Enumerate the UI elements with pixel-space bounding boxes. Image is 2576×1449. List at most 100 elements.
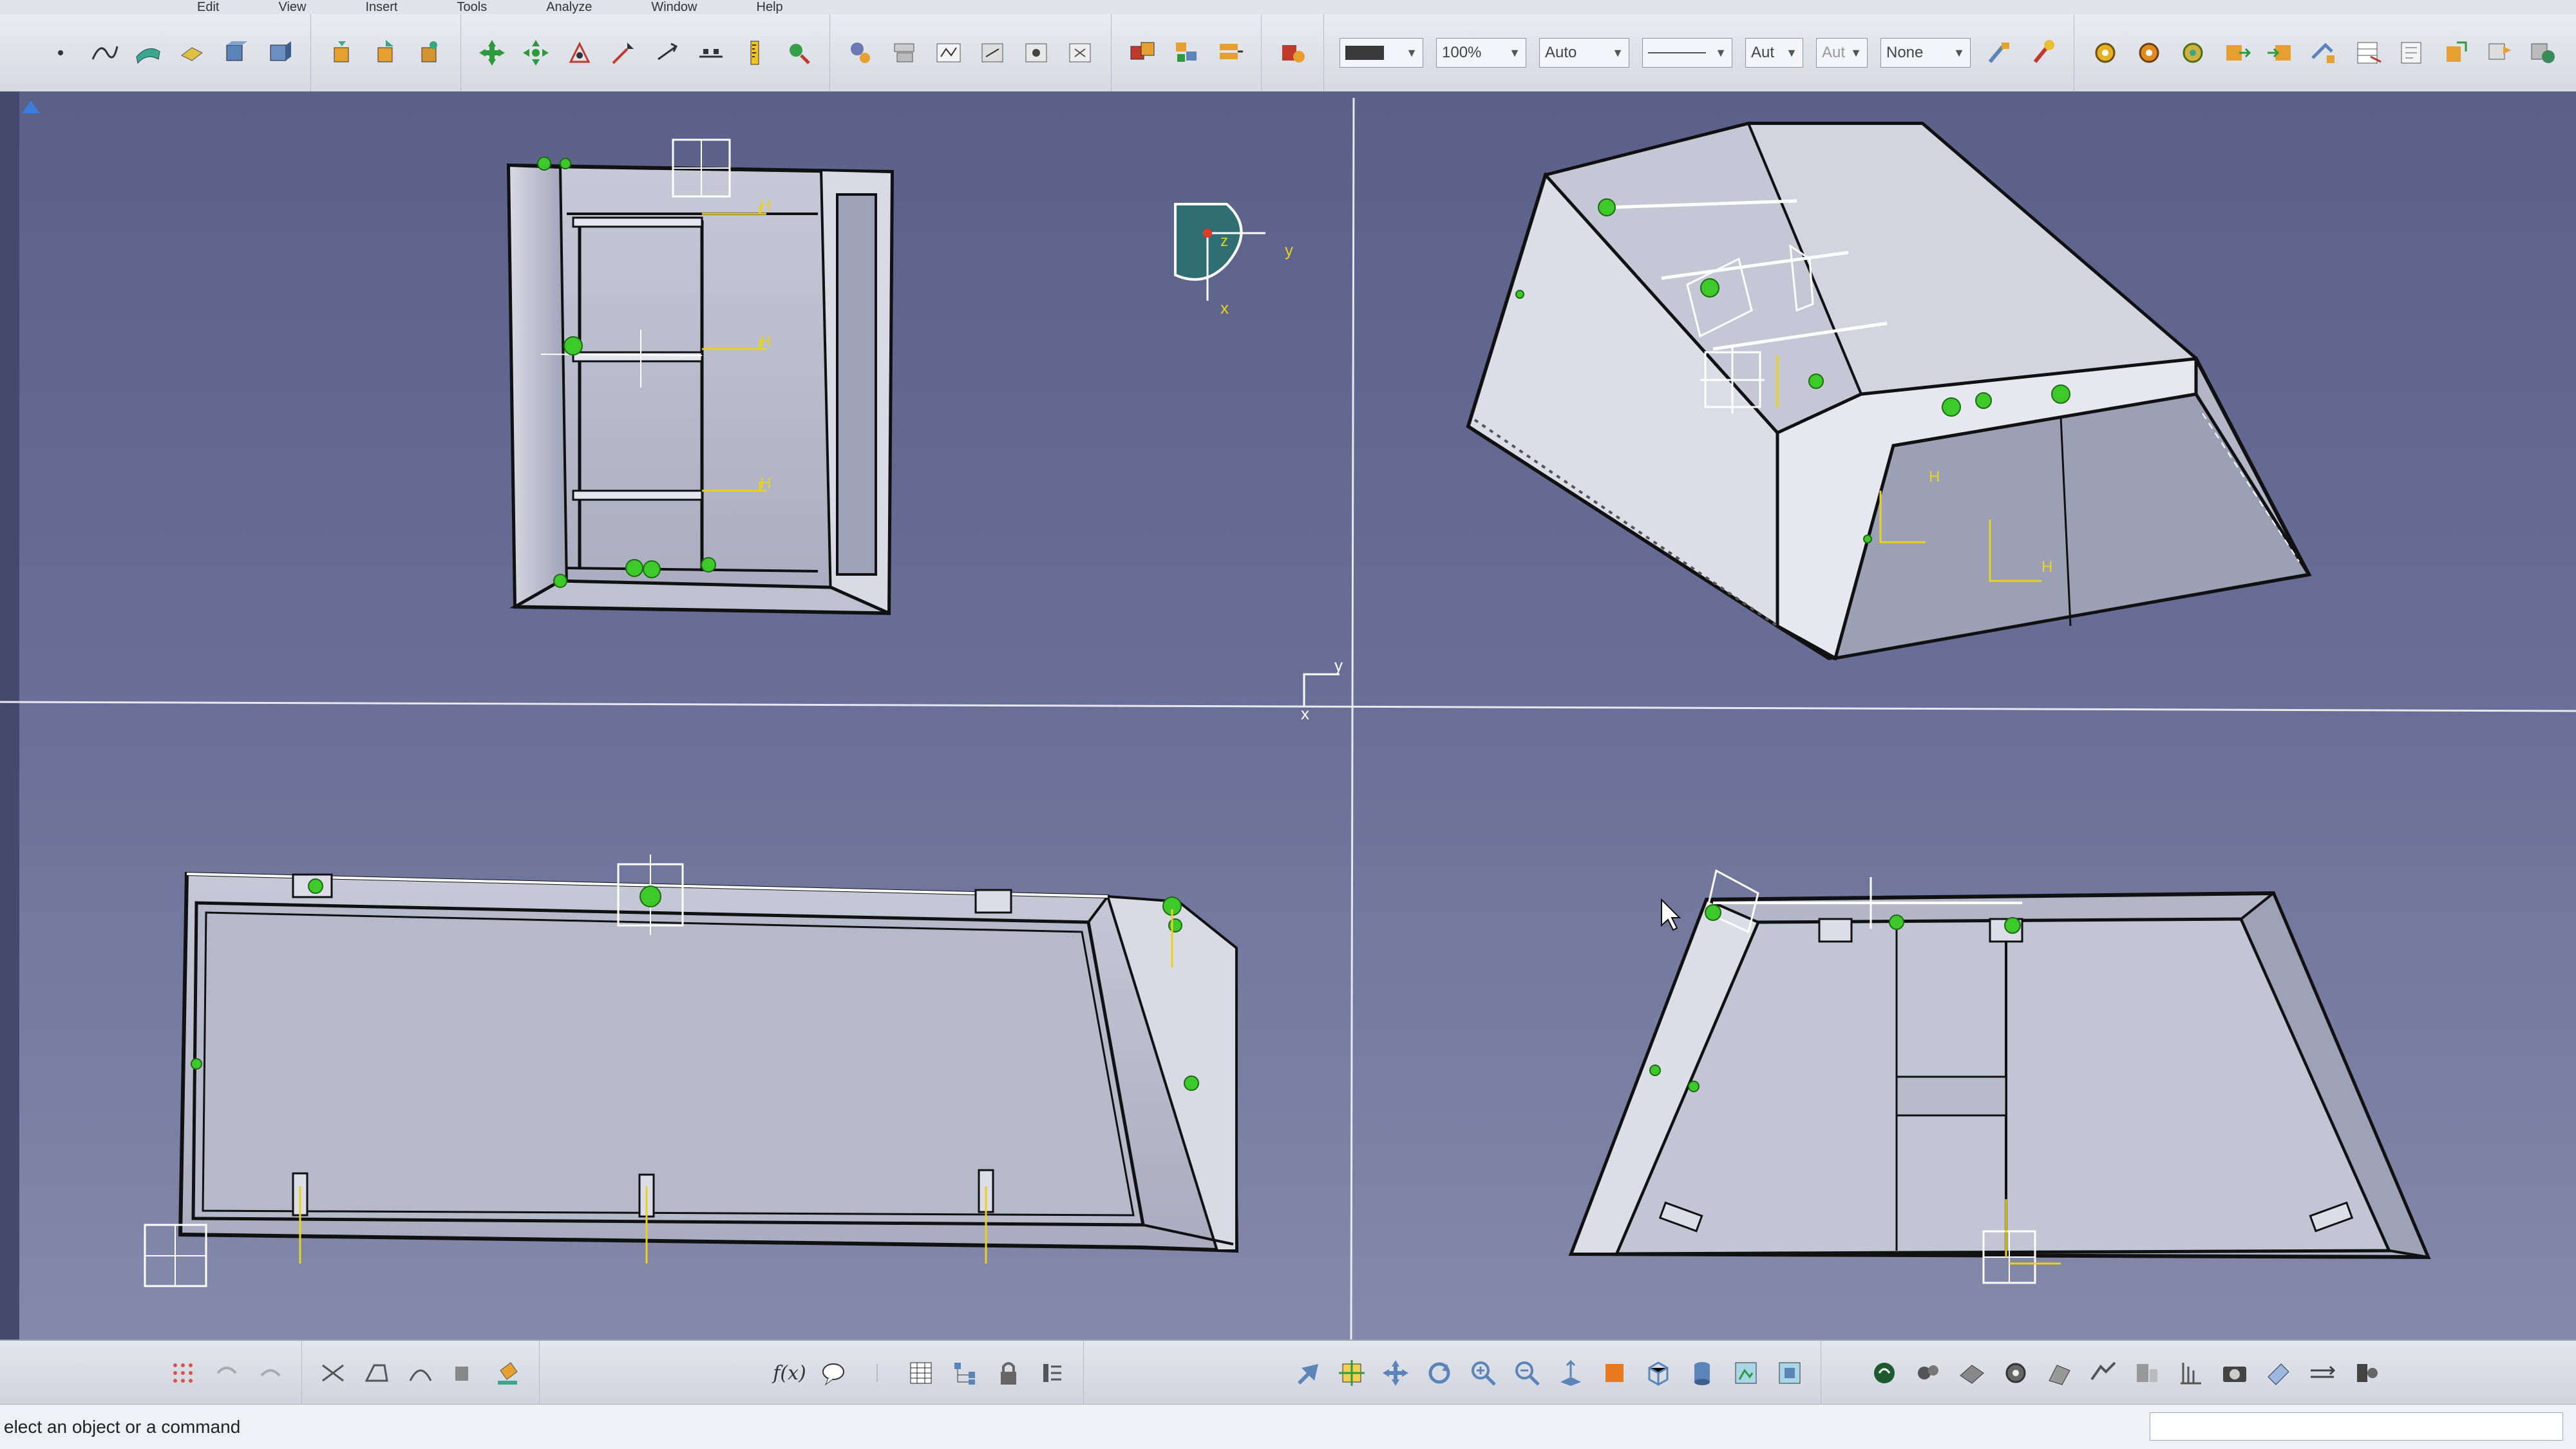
rear-view-model[interactable]: [1568, 869, 2431, 1284]
redo-icon[interactable]: [252, 1355, 289, 1391]
point-symbol-select[interactable]: Aut ▼: [1745, 38, 1803, 68]
coincidence-constraint-icon[interactable]: [843, 35, 879, 71]
spec-tree-toggle-icon[interactable]: [22, 100, 40, 113]
isometric-view-model[interactable]: H H: [1466, 122, 2312, 661]
iso-view-icon[interactable]: [1640, 1355, 1676, 1391]
gear-yellow-icon[interactable]: [2087, 35, 2123, 71]
lock-icon[interactable]: [990, 1355, 1027, 1391]
line-type-select[interactable]: ▼: [1642, 38, 1732, 68]
trim-icon[interactable]: [315, 1355, 351, 1391]
surface-icon[interactable]: [130, 35, 166, 71]
menu-edit[interactable]: Edit: [180, 0, 236, 15]
fix-constraint-icon[interactable]: [1018, 35, 1054, 71]
zoom-out-icon[interactable]: [1509, 1355, 1545, 1391]
tree-structure-icon[interactable]: [947, 1355, 983, 1391]
power-input-field[interactable]: [2150, 1412, 2563, 1441]
import-icon[interactable]: [2262, 35, 2298, 71]
arc-icon[interactable]: [402, 1355, 439, 1391]
rendering-style-select[interactable]: Aut ▼: [1816, 38, 1868, 68]
align-icon[interactable]: [693, 35, 729, 71]
dimension-icon[interactable]: [2173, 1355, 2209, 1391]
settings-gear-icon[interactable]: [1998, 1355, 2034, 1391]
pad-icon[interactable]: [174, 35, 210, 71]
bill-of-material-icon[interactable]: [1274, 35, 1311, 71]
sheet-metal-icon[interactable]: [1954, 1355, 1990, 1391]
create-multi-view-icon[interactable]: [1596, 1355, 1633, 1391]
line-thickness-select[interactable]: Auto ▼: [1539, 38, 1629, 68]
table-icon[interactable]: [2350, 35, 2386, 71]
flag-icon[interactable]: [2481, 35, 2517, 71]
sheet-icon[interactable]: [2394, 35, 2430, 71]
menu-window[interactable]: Window: [634, 0, 714, 15]
bend-icon[interactable]: [2041, 1355, 2078, 1391]
export-icon[interactable]: [2219, 35, 2255, 71]
replace-component-icon[interactable]: [412, 35, 448, 71]
camera-icon[interactable]: [2217, 1355, 2253, 1391]
eraser-icon[interactable]: [2260, 1355, 2297, 1391]
point-icon[interactable]: [43, 35, 79, 71]
measure-icon[interactable]: [737, 35, 773, 71]
gear-orange-icon[interactable]: [2131, 35, 2167, 71]
send-icon[interactable]: [2306, 35, 2342, 71]
compass-move-icon[interactable]: [474, 35, 510, 71]
menu-tools[interactable]: Tools: [440, 0, 504, 15]
formula-button[interactable]: f(x): [772, 1355, 808, 1391]
3d-viewport[interactable]: H H H y x z y x H H: [0, 91, 2576, 1340]
ruler-icon[interactable]: [2304, 1355, 2340, 1391]
existing-component-icon[interactable]: [368, 35, 404, 71]
layer-select[interactable]: None ▼: [1880, 38, 1971, 68]
angle-constraint-icon[interactable]: [974, 35, 1010, 71]
rotate-icon[interactable]: [1421, 1355, 1457, 1391]
analysis-icon[interactable]: [2129, 1355, 2165, 1391]
transparency-select[interactable]: 100% ▼: [1436, 38, 1526, 68]
unfold-icon[interactable]: [2085, 1355, 2121, 1391]
clash-icon[interactable]: [649, 35, 685, 71]
snap-icon[interactable]: [562, 35, 598, 71]
menu-insert[interactable]: Insert: [348, 0, 414, 15]
cube-alt-icon[interactable]: [261, 35, 298, 71]
explode-icon[interactable]: [605, 35, 641, 71]
paint-brush-icon[interactable]: [2025, 35, 2061, 71]
undo-icon[interactable]: [209, 1355, 245, 1391]
format-painter-icon[interactable]: [1981, 35, 2017, 71]
fly-mode-icon[interactable]: [1290, 1355, 1326, 1391]
catalog-icon[interactable]: [781, 35, 817, 71]
gears-icon[interactable]: [1910, 1355, 1946, 1391]
design-table-icon[interactable]: [903, 1355, 939, 1391]
update-icon[interactable]: [1124, 35, 1160, 71]
reuse-pattern-icon[interactable]: [1168, 35, 1204, 71]
hide-show-icon[interactable]: [1728, 1355, 1764, 1391]
shading-icon[interactable]: [1684, 1355, 1720, 1391]
menu-analyze[interactable]: Analyze: [529, 0, 609, 15]
list-view-icon[interactable]: [1034, 1355, 1070, 1391]
grid-icon[interactable]: [165, 1355, 201, 1391]
annotation-icon[interactable]: [2438, 35, 2474, 71]
orientation-compass[interactable]: y x z: [1174, 203, 1293, 317]
front-view-model[interactable]: [144, 855, 1239, 1287]
spline-icon[interactable]: [86, 35, 122, 71]
fit-all-icon[interactable]: [1334, 1355, 1370, 1391]
sketch-solid-icon[interactable]: [446, 1355, 482, 1391]
top-view-model[interactable]: H H H: [506, 138, 895, 616]
normal-view-icon[interactable]: [1553, 1355, 1589, 1391]
refresh-icon[interactable]: [1866, 1355, 1902, 1391]
contact-constraint-icon[interactable]: [887, 35, 923, 71]
pan-icon[interactable]: [1378, 1355, 1414, 1391]
gear-green-icon[interactable]: [2175, 35, 2211, 71]
options-icon[interactable]: [2348, 1355, 2384, 1391]
profile-icon[interactable]: [359, 1355, 395, 1391]
swap-visible-space-icon[interactable]: [1772, 1355, 1808, 1391]
menu-view[interactable]: View: [261, 0, 323, 15]
manipulate-icon[interactable]: [518, 35, 554, 71]
multi-instantiate-icon[interactable]: [1212, 35, 1248, 71]
cube-icon[interactable]: [218, 35, 254, 71]
insert-component-icon[interactable]: [324, 35, 360, 71]
paint-bucket-icon[interactable]: [490, 1355, 526, 1391]
offset-constraint-icon[interactable]: [931, 35, 967, 71]
fix-together-icon[interactable]: [1062, 35, 1098, 71]
menu-help[interactable]: Help: [740, 0, 800, 15]
gear-settings-icon[interactable]: [2525, 35, 2561, 71]
zoom-in-icon[interactable]: [1465, 1355, 1501, 1391]
comment-icon[interactable]: [815, 1355, 851, 1391]
fill-color-select[interactable]: ▼: [1340, 38, 1423, 68]
